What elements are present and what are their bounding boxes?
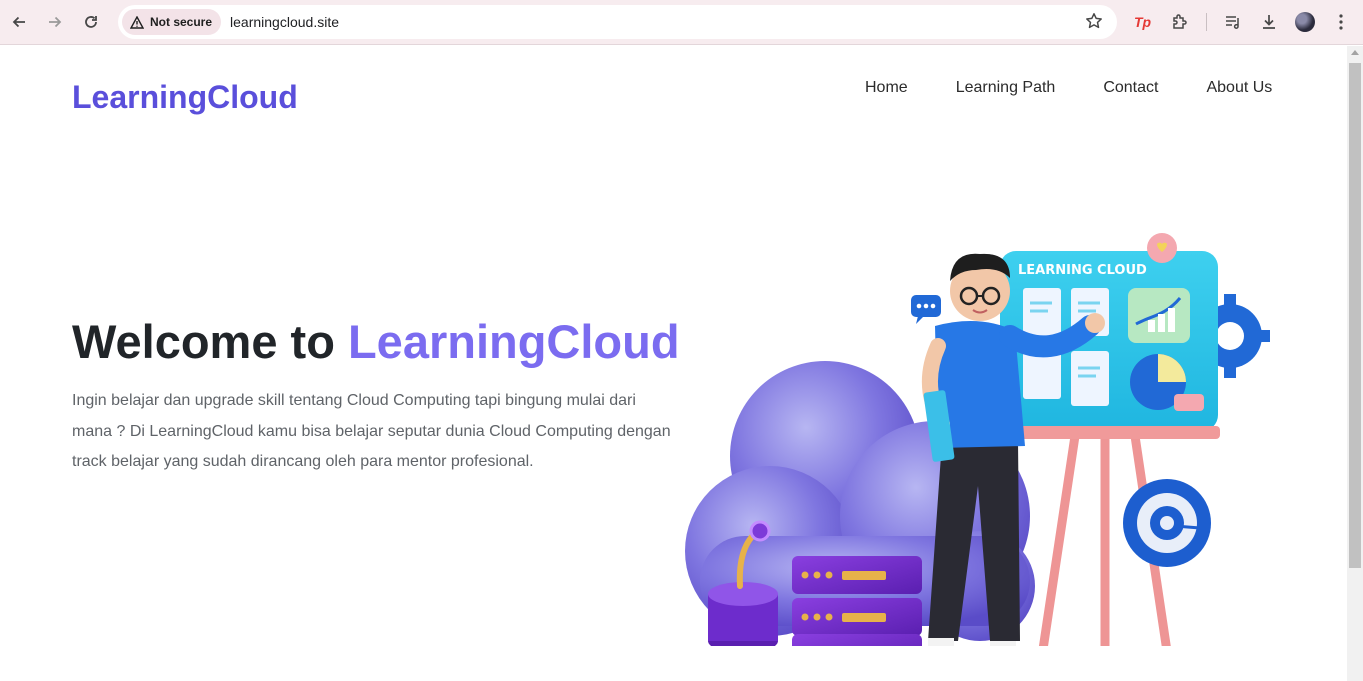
browser-menu-button[interactable] (1329, 10, 1353, 34)
reading-list-icon (1226, 16, 1239, 29)
reload-icon (85, 16, 97, 28)
toolbar-divider (1206, 13, 1207, 31)
site-security-chip[interactable]: Not secure (122, 9, 222, 35)
nav-home[interactable]: Home (865, 79, 908, 97)
forward-button[interactable] (42, 9, 68, 35)
reading-list-button[interactable] (1221, 10, 1245, 34)
scroll-up-arrow[interactable] (1351, 50, 1359, 55)
warning-icon (130, 15, 144, 29)
hero-illustration: LEARNING CLOUD (685, 233, 1270, 646)
extensions-button[interactable] (1168, 10, 1192, 34)
url-text[interactable]: learningcloud.site (230, 14, 339, 30)
forward-icon (49, 16, 62, 28)
svg-text:Tp: Tp (1134, 14, 1152, 30)
main-nav: Home Learning Path Contact About Us (865, 79, 1272, 97)
reload-button[interactable] (78, 9, 104, 35)
nav-about-us[interactable]: About Us (1206, 79, 1272, 97)
target-icon (1123, 479, 1211, 567)
download-icon (1263, 15, 1275, 29)
security-label: Not secure (150, 15, 213, 29)
extension-tp-icon: Tp (1134, 14, 1152, 30)
menu-dots-icon (1339, 14, 1343, 30)
star-icon (1086, 13, 1102, 29)
brand-logo[interactable]: LearningCloud (72, 79, 298, 116)
hero-title: Welcome to LearningCloud (72, 314, 680, 369)
board-title: LEARNING CLOUD (1018, 263, 1147, 278)
nav-learning-path[interactable]: Learning Path (956, 79, 1056, 97)
browser-toolbar: Not secure learningcloud.site Tp (0, 0, 1363, 45)
extension-tp-button[interactable]: Tp (1131, 10, 1155, 34)
nav-contact[interactable]: Contact (1103, 79, 1158, 97)
back-button[interactable] (6, 9, 32, 35)
address-bar[interactable]: Not secure learningcloud.site (118, 5, 1117, 39)
hero-description: Ingin belajar dan upgrade skill tentang … (72, 392, 671, 470)
profile-avatar[interactable] (1295, 12, 1315, 32)
chat-bubble-icon (911, 295, 941, 324)
web-page: LearningCloud Home Learning Path Contact… (0, 46, 1347, 681)
scrollbar-thumb[interactable] (1349, 63, 1361, 568)
puzzle-icon (1173, 14, 1187, 29)
hero-title-accent: LearningCloud (347, 315, 680, 368)
downloads-button[interactable] (1257, 10, 1281, 34)
vertical-scrollbar[interactable] (1347, 46, 1363, 681)
bookmark-star-button[interactable] (1085, 12, 1103, 35)
hero-title-prefix: Welcome to (72, 315, 348, 368)
back-icon (12, 16, 25, 28)
